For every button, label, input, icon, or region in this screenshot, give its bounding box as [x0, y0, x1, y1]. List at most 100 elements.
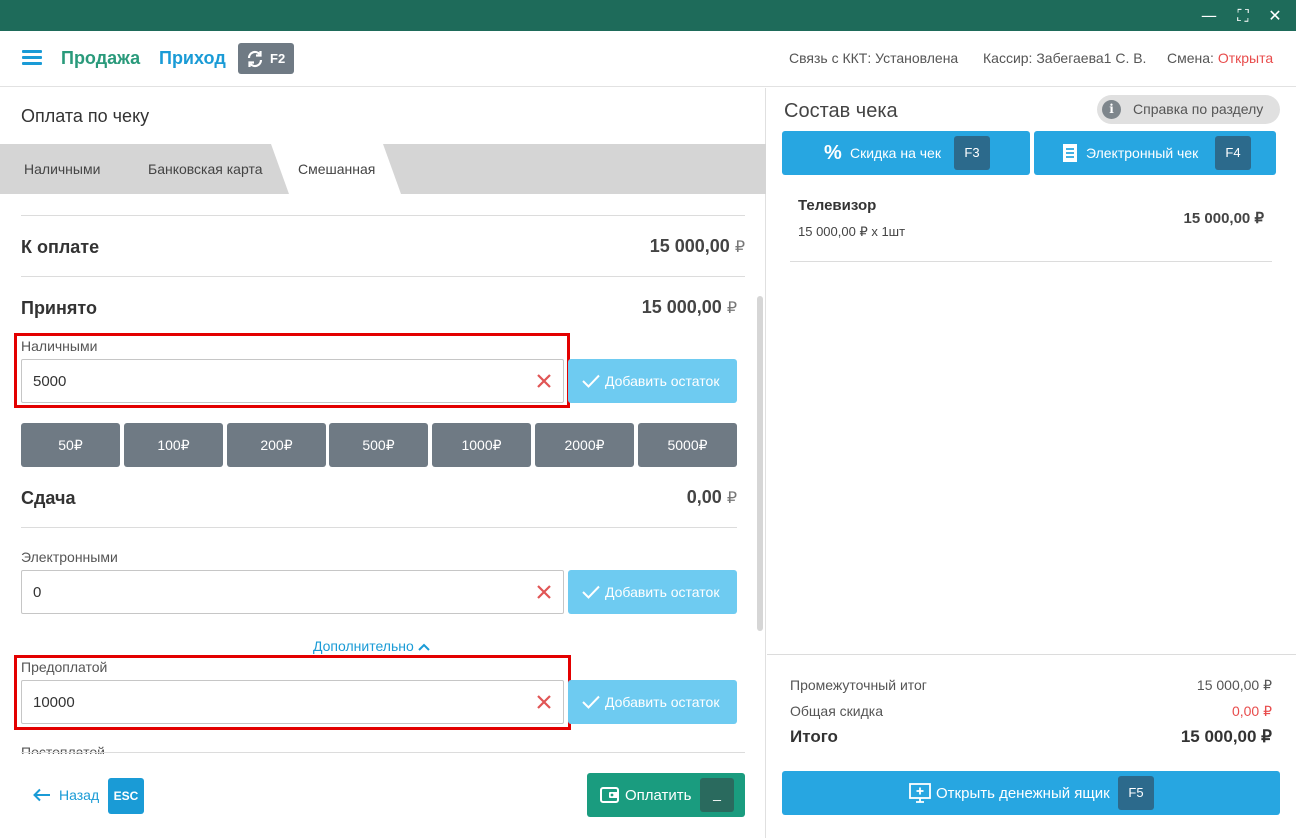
- discount-button[interactable]: % Скидка на чек F3: [782, 131, 1030, 175]
- total-label: Итого: [790, 727, 838, 746]
- scrollbar[interactable]: [757, 296, 763, 631]
- quick-amount-50[interactable]: 50₽: [21, 423, 120, 467]
- payment-panel: Оплата по чеку Наличными Банковская карт…: [0, 88, 766, 838]
- currency-sign: ₽: [734, 239, 745, 256]
- e-receipt-label: Электронный чек: [1086, 145, 1199, 161]
- change-label: Сдача: [21, 488, 76, 508]
- quick-amount-2000[interactable]: 2000₽: [535, 423, 634, 467]
- more-toggle[interactable]: Дополнительно: [313, 638, 430, 654]
- add-remainder-button[interactable]: Добавить остаток: [568, 570, 737, 614]
- clear-icon[interactable]: [535, 693, 553, 711]
- to-pay-value: 15 000,00 ₽: [520, 236, 745, 257]
- help-label: Справка по разделу: [1133, 101, 1264, 117]
- clear-icon[interactable]: [535, 372, 553, 390]
- prepay-input[interactable]: 10000: [21, 680, 564, 724]
- prepay-label: Предоплатой: [21, 659, 108, 675]
- kkt-status: Связь с ККТ: Установлена: [789, 50, 958, 66]
- kkt-label: Связь с ККТ:: [789, 50, 872, 66]
- app-header: Продажа Приход F2 Связь с ККТ: Установле…: [0, 31, 1296, 87]
- currency-sign: ₽: [726, 300, 737, 317]
- change-amount: 0,00: [686, 487, 722, 507]
- currency-sign: ₽: [726, 490, 737, 507]
- payment-tabs: Наличными Банковская карта Смешанная: [0, 144, 766, 194]
- quick-amount-500[interactable]: 500₽: [329, 423, 428, 467]
- quick-amount-5000[interactable]: 5000₽: [638, 423, 737, 467]
- cash-label: Наличными: [21, 338, 98, 354]
- electronic-input[interactable]: 0: [21, 570, 564, 614]
- cashier-info: Кассир: Забегаева1 С. В.: [983, 50, 1146, 66]
- divider: [21, 527, 737, 528]
- tab-card[interactable]: Банковская карта: [148, 144, 262, 194]
- clear-icon[interactable]: [535, 583, 553, 601]
- shift-label: Смена:: [1167, 50, 1214, 66]
- prepay-value: 10000: [33, 694, 75, 711]
- nav-sale[interactable]: Продажа: [61, 48, 140, 69]
- add-remainder-label: Добавить остаток: [605, 373, 720, 389]
- change-value: 0,00 ₽: [512, 487, 737, 508]
- shift-info: Смена: Открыта: [1167, 50, 1273, 66]
- cash-drawer-key: F5: [1118, 776, 1154, 810]
- to-pay-amount: 15 000,00: [649, 236, 730, 256]
- add-remainder-button[interactable]: Добавить остаток: [568, 680, 737, 724]
- nav-income[interactable]: Приход: [159, 48, 226, 69]
- help-button[interactable]: i Справка по разделу: [1097, 95, 1280, 124]
- cash-drawer-label: Открыть денежный ящик: [936, 785, 1110, 802]
- info-icon: i: [1102, 100, 1121, 119]
- maximize-icon[interactable]: ⛶: [1232, 5, 1254, 27]
- monitor-plus-icon: [909, 783, 931, 803]
- arrow-left-icon: [33, 788, 50, 802]
- tab-cash[interactable]: Наличными: [24, 144, 100, 194]
- pay-button[interactable]: Оплатить _: [587, 773, 745, 817]
- sync-button[interactable]: F2: [238, 43, 294, 74]
- tab-mixed[interactable]: Смешанная: [271, 144, 401, 194]
- receipt-panel: Состав чека i Справка по разделу % Скидк…: [767, 88, 1296, 838]
- discount-total-label: Общая скидка: [790, 703, 884, 719]
- cash-value: 5000: [33, 373, 67, 390]
- accepted-label: Принято: [21, 298, 97, 318]
- check-icon: [582, 695, 600, 709]
- divider: [21, 752, 745, 753]
- quick-amount-100[interactable]: 100₽: [124, 423, 223, 467]
- quick-amount-1000[interactable]: 1000₽: [432, 423, 531, 467]
- check-icon: [582, 374, 600, 388]
- cash-input[interactable]: 5000: [21, 359, 564, 403]
- receipt-title: Состав чека: [784, 100, 898, 122]
- electronic-value: 0: [33, 584, 42, 601]
- more-label: Дополнительно: [313, 638, 414, 654]
- sync-icon: [247, 50, 263, 68]
- menu-icon[interactable]: [22, 50, 42, 66]
- cashier-value: Забегаева1 С. В.: [1036, 50, 1147, 66]
- tab-mixed-label: Смешанная: [298, 161, 376, 177]
- esc-key[interactable]: ESC: [108, 778, 144, 814]
- kkt-value: Установлена: [875, 50, 959, 66]
- pay-label: Оплатить: [625, 787, 692, 804]
- electronic-label: Электронными: [21, 549, 118, 565]
- chevron-up-icon: [418, 643, 430, 652]
- check-icon: [582, 585, 600, 599]
- e-receipt-button[interactable]: Электронный чек F4: [1034, 131, 1276, 175]
- open-cash-drawer-button[interactable]: Открыть денежный ящик F5: [782, 771, 1280, 815]
- window-titlebar: — ⛶ ✕: [0, 0, 1296, 31]
- accepted-value: 15 000,00 ₽: [512, 297, 737, 318]
- accepted-amount: 15 000,00: [641, 297, 722, 317]
- divider: [21, 215, 745, 216]
- discount-label: Скидка на чек: [850, 145, 941, 161]
- minimize-icon[interactable]: —: [1198, 5, 1220, 27]
- back-label: Назад: [59, 787, 100, 803]
- wallet-icon: [600, 787, 619, 803]
- cashier-label: Кассир:: [983, 50, 1033, 66]
- discount-key: F3: [954, 136, 990, 170]
- item-price: 15 000,00 ₽: [1183, 210, 1264, 227]
- total-value: 15 000,00 ₽: [1180, 727, 1272, 746]
- item-name: Телевизор: [798, 197, 877, 214]
- quick-amount-200[interactable]: 200₽: [227, 423, 326, 467]
- divider: [21, 276, 745, 277]
- close-icon[interactable]: ✕: [1264, 5, 1286, 27]
- item-details: 15 000,00 ₽ x 1шт: [798, 224, 906, 239]
- add-remainder-label: Добавить остаток: [605, 694, 720, 710]
- receipt-icon: [1063, 144, 1077, 162]
- e-receipt-key: F4: [1215, 136, 1251, 170]
- pay-key: _: [700, 778, 734, 812]
- add-remainder-button[interactable]: Добавить остаток: [568, 359, 737, 403]
- subtotal-label: Промежуточный итог: [790, 677, 927, 693]
